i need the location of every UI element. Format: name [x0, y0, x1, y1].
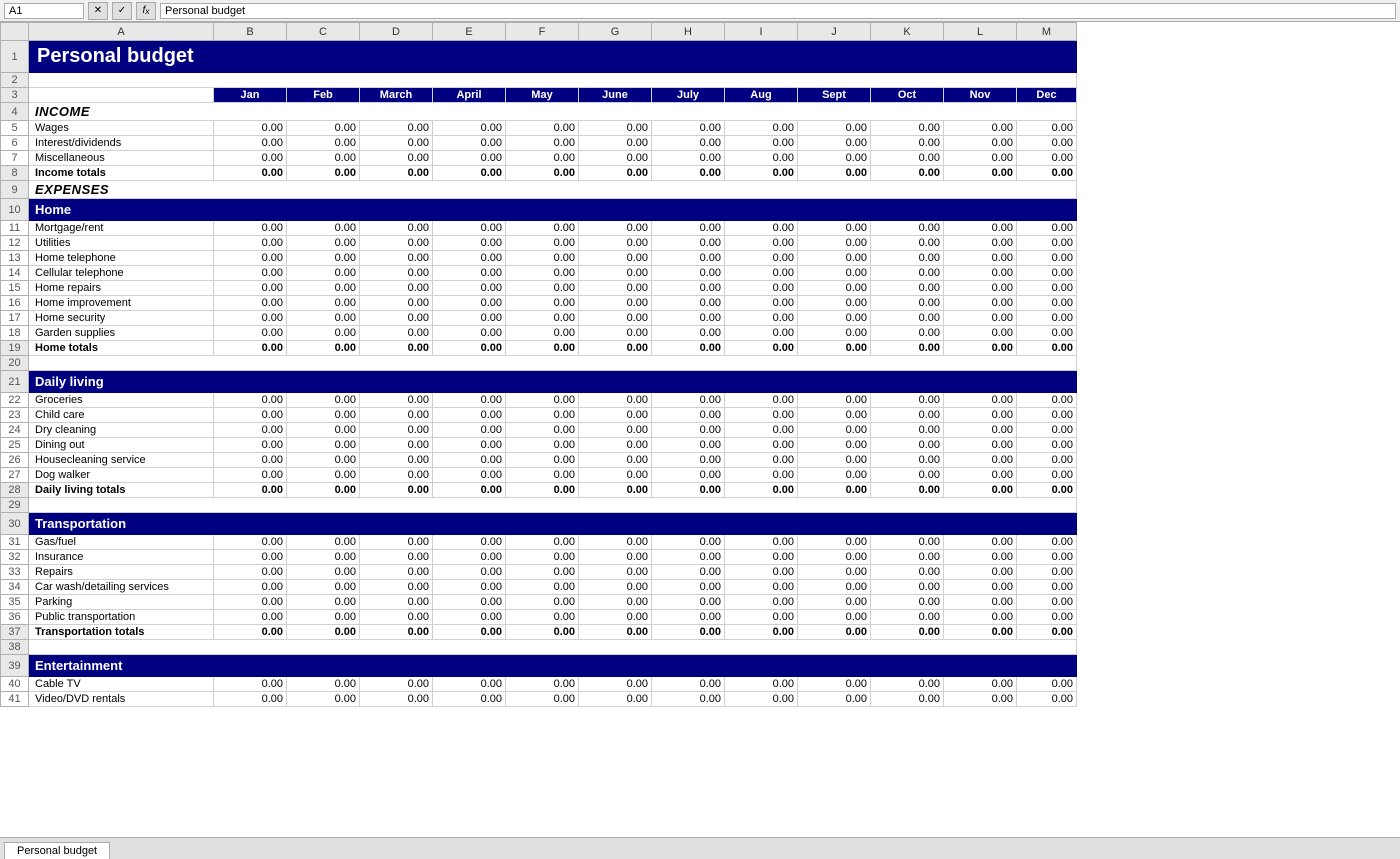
month-feb: Feb [287, 88, 360, 103]
month-march: March [360, 88, 433, 103]
row-25: 25 Dining out 0.000.000.000.000.000.000.… [1, 438, 1077, 453]
row-7-misc: 7 Miscellaneous 0.00 0.00 0.00 0.00 0.00… [1, 151, 1077, 166]
row-8-income-totals: 8 Income totals 0.00 0.00 0.00 0.00 0.00… [1, 166, 1077, 181]
row-30-transportation-header: 30 Transportation [1, 513, 1077, 535]
formula-input[interactable] [160, 3, 1396, 19]
col-header-H[interactable]: H [652, 23, 725, 41]
row-41: 41 Video/DVD rentals 0.000.000.000.000.0… [1, 692, 1077, 707]
daily-living-category-header: Daily living [29, 371, 1077, 393]
month-jan: Jan [214, 88, 287, 103]
row-9-expenses-header: 9 Expenses [1, 181, 1077, 199]
row-23: 23 Child care 0.000.000.000.000.000.000.… [1, 408, 1077, 423]
expenses-section-header: Expenses [29, 181, 1077, 199]
row-14: 14 Cellular telephone 0.000.000.000.000.… [1, 266, 1077, 281]
row-17: 17 Home security 0.000.000.000.000.000.0… [1, 311, 1077, 326]
row-36: 36 Public transportation 0.000.000.000.0… [1, 610, 1077, 625]
row-12: 12 Utilities 0.000.000.000.000.000.000.0… [1, 236, 1077, 251]
row-2: 2 [1, 73, 1077, 88]
home-category-header: Home [29, 199, 1077, 221]
row-26: 26 Housecleaning service 0.000.000.000.0… [1, 453, 1077, 468]
row-27: 27 Dog walker 0.000.000.000.000.000.000.… [1, 468, 1077, 483]
row-5-wages: 5 Wages 0.00 0.00 0.00 0.00 0.00 0.00 0.… [1, 121, 1077, 136]
row-16: 16 Home improvement 0.000.000.000.000.00… [1, 296, 1077, 311]
cell-reference[interactable] [4, 3, 84, 19]
row-37-transportation-totals: 37 Transportation totals 0.000.000.000.0… [1, 625, 1077, 640]
row-31: 31 Gas/fuel 0.000.000.000.000.000.000.00… [1, 535, 1077, 550]
formula-cancel-btn[interactable]: ✕ [88, 2, 108, 20]
row-21-daily-living-header: 21 Daily living [1, 371, 1077, 393]
col-header-A[interactable]: A [29, 23, 214, 41]
row-34: 34 Car wash/detailing services 0.000.000… [1, 580, 1077, 595]
row-29-empty: 29 [1, 498, 1077, 513]
row-35: 35 Parking 0.000.000.000.000.000.000.000… [1, 595, 1077, 610]
formula-bar: ✕ ✓ fx [0, 0, 1400, 22]
row-6-interest: 6 Interest/dividends 0.00 0.00 0.00 0.00… [1, 136, 1077, 151]
row-1: 1 Personal budget [1, 41, 1077, 73]
spreadsheet-table: A B C D E F G H I J K L M 1 Personal bud… [0, 22, 1077, 707]
row-num-2: 2 [1, 73, 29, 88]
col-header-M[interactable]: M [1017, 23, 1077, 41]
col-header-I[interactable]: I [725, 23, 798, 41]
formula-fx-btn[interactable]: fx [136, 2, 156, 20]
col-header-J[interactable]: J [798, 23, 871, 41]
row-num-1: 1 [1, 41, 29, 73]
row-3-month-headers: 3 Jan Feb March April May June July Aug … [1, 88, 1077, 103]
row-18: 18 Garden supplies 0.000.000.000.000.000… [1, 326, 1077, 341]
row-19-home-totals: 19 Home totals 0.000.000.000.000.000.000… [1, 341, 1077, 356]
income-section-header: Income [29, 103, 1077, 121]
row-24: 24 Dry cleaning 0.000.000.000.000.000.00… [1, 423, 1077, 438]
row-22: 22 Groceries 0.000.000.000.000.000.000.0… [1, 393, 1077, 408]
row-15: 15 Home repairs 0.000.000.000.000.000.00… [1, 281, 1077, 296]
month-dec: Dec [1017, 88, 1077, 103]
month-july: July [652, 88, 725, 103]
col-header-K[interactable]: K [871, 23, 944, 41]
row-13: 13 Home telephone 0.000.000.000.000.000.… [1, 251, 1077, 266]
month-may: May [506, 88, 579, 103]
sheet-tab-personal-budget[interactable]: Personal budget [4, 842, 110, 859]
row-32: 32 Insurance 0.000.000.000.000.000.000.0… [1, 550, 1077, 565]
tab-bar: Personal budget [0, 837, 1400, 859]
col-header-D[interactable]: D [360, 23, 433, 41]
row-4-income-header: 4 Income [1, 103, 1077, 121]
formula-confirm-btn[interactable]: ✓ [112, 2, 132, 20]
entertainment-category-header: Entertainment [29, 655, 1077, 677]
col-header-E[interactable]: E [433, 23, 506, 41]
month-june: June [579, 88, 652, 103]
row-33: 33 Repairs 0.000.000.000.000.000.000.000… [1, 565, 1077, 580]
col-header-C[interactable]: C [287, 23, 360, 41]
month-aug: Aug [725, 88, 798, 103]
month-april: April [433, 88, 506, 103]
col-header-G[interactable]: G [579, 23, 652, 41]
row-28-daily-living-totals: 28 Daily living totals 0.000.000.000.000… [1, 483, 1077, 498]
col-header-F[interactable]: F [506, 23, 579, 41]
row-39-entertainment-header: 39 Entertainment [1, 655, 1077, 677]
row-10-home-header: 10 Home [1, 199, 1077, 221]
month-nov: Nov [944, 88, 1017, 103]
row-20-empty: 20 [1, 356, 1077, 371]
col-header-L[interactable]: L [944, 23, 1017, 41]
title-cell[interactable]: Personal budget [29, 41, 1077, 73]
corner-cell [1, 23, 29, 41]
row-38-empty: 38 [1, 640, 1077, 655]
transportation-category-header: Transportation [29, 513, 1077, 535]
month-oct: Oct [871, 88, 944, 103]
col-header-B[interactable]: B [214, 23, 287, 41]
sheet-container[interactable]: A B C D E F G H I J K L M 1 Personal bud… [0, 22, 1400, 837]
row-11: 11 Mortgage/rent 0.000.000.000.000.000.0… [1, 221, 1077, 236]
month-sept: Sept [798, 88, 871, 103]
row-40: 40 Cable TV 0.000.000.000.000.000.000.00… [1, 677, 1077, 692]
